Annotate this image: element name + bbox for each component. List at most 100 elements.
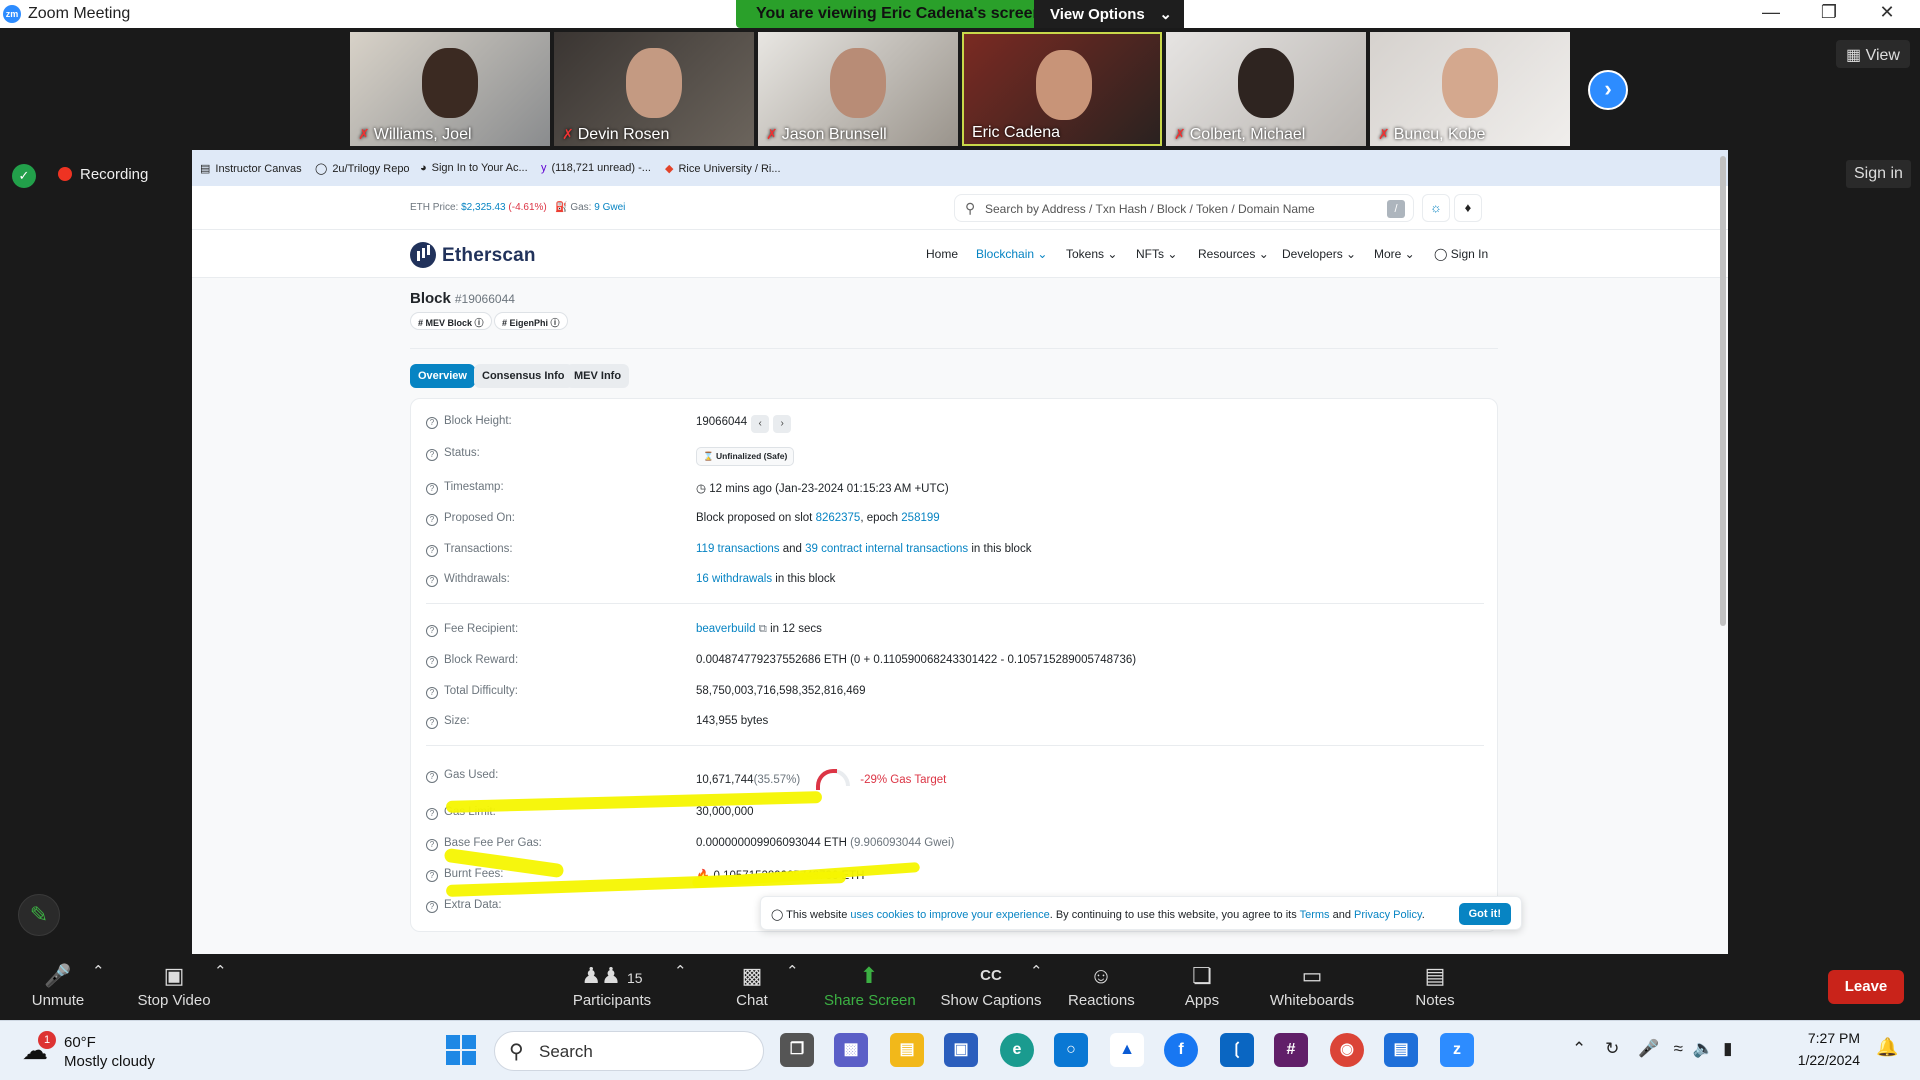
nav-home[interactable]: Home	[926, 247, 958, 261]
nav-resources[interactable]: Resources ⌄	[1198, 247, 1269, 261]
etherscan-topbar: ETH Price: $2,325.43 (-4.61%) ⛽ Gas: 9 G…	[192, 186, 1728, 230]
nav-more[interactable]: More ⌄	[1374, 247, 1415, 261]
tab-mev-info[interactable]: MEV Info	[566, 364, 630, 388]
help-icon: ?	[426, 839, 438, 851]
participants-button[interactable]: ♟♟ 15 Participants	[572, 962, 652, 1009]
audio-options-caret-icon[interactable]: ⌃	[92, 962, 105, 980]
bookmark-icon: ▤	[200, 163, 211, 175]
microsoft-store-icon[interactable]: ▣	[944, 1033, 978, 1067]
windows-start-icon[interactable]	[446, 1035, 476, 1065]
recording-indicator[interactable]: Recording	[50, 162, 157, 190]
privacy-policy-link[interactable]: Privacy Policy	[1354, 909, 1422, 921]
weather-widget[interactable]: ☁ 1 60°F Mostly cloudy	[22, 1031, 182, 1073]
tab-consensus-info[interactable]: Consensus Info	[474, 364, 573, 388]
muted-microphone-icon: 🎤	[44, 963, 72, 988]
system-tray[interactable]: ⌃ ↻ 🎤 ≈ 🔈 ▮	[1572, 1039, 1732, 1059]
nav-developers[interactable]: Developers ⌄	[1282, 247, 1356, 261]
transactions-link[interactable]: 119 transactions	[696, 543, 780, 555]
restore-button[interactable]: ❐	[1814, 2, 1844, 26]
tab-overview[interactable]: Overview	[410, 364, 475, 388]
app-icon[interactable]: ▲	[1110, 1033, 1144, 1067]
close-window-button[interactable]: ✕	[1872, 2, 1902, 26]
chrome-icon[interactable]: ◉	[1330, 1033, 1364, 1067]
meeting-toolbar: 🎤 Unmute ⌃ ▣ Stop Video ⌃ ♟♟ 15 Participant…	[0, 954, 1920, 1020]
view-button[interactable]: ▦ View	[1836, 40, 1910, 68]
zoom-app-icon[interactable]: z	[1440, 1033, 1474, 1067]
taskbar-clock[interactable]: 7:27 PM 1/22/2024	[1790, 1027, 1860, 1071]
next-block-icon[interactable]: ›	[773, 415, 792, 433]
participant-tile-active[interactable]: Eric Cadena	[962, 32, 1162, 146]
taskbar-search-input[interactable]: ⚲ Search	[494, 1031, 764, 1071]
teams-chat-icon[interactable]: ▩	[834, 1033, 868, 1067]
help-icon: ?	[426, 870, 438, 882]
facebook-icon[interactable]: f	[1164, 1033, 1198, 1067]
whiteboards-button[interactable]: ▭ Whiteboards	[1268, 962, 1356, 1009]
prev-block-icon[interactable]: ‹	[751, 415, 770, 433]
help-icon: ?	[426, 483, 438, 495]
participant-tile[interactable]: ✗ Colbert, Michael	[1166, 32, 1366, 146]
notes-button[interactable]: ▤ Notes	[1414, 962, 1456, 1009]
bookmark-item[interactable]: ◯ 2u/Trilogy Repo	[315, 162, 410, 175]
withdrawals-link[interactable]: 16 withdrawals	[696, 573, 772, 585]
edge-browser-icon[interactable]: e	[1000, 1033, 1034, 1067]
minimize-button[interactable]: —	[1756, 2, 1786, 26]
slot-link[interactable]: 8262375	[816, 512, 861, 524]
chat-button[interactable]: ▩ Chat	[732, 962, 772, 1009]
terms-link[interactable]: Terms	[1300, 909, 1330, 921]
epoch-link[interactable]: 258199	[901, 512, 939, 524]
share-screen-button[interactable]: ⬆ Share Screen	[824, 962, 916, 1009]
reactions-button[interactable]: ☺ Reactions	[1068, 962, 1135, 1009]
nav-nfts[interactable]: NFTs ⌄	[1136, 247, 1177, 261]
file-explorer-icon[interactable]: ▤	[890, 1033, 924, 1067]
nav-tokens[interactable]: Tokens ⌄	[1066, 247, 1117, 261]
view-options-button[interactable]: View Options ⌄	[1034, 0, 1184, 28]
next-page-arrow-icon[interactable]: ›	[1588, 70, 1628, 110]
show-captions-button[interactable]: CC Show Captions	[940, 962, 1042, 1009]
participants-caret-icon[interactable]: ⌃	[674, 962, 687, 980]
participant-tile[interactable]: ✗ Buncu, Kobe	[1370, 32, 1570, 146]
video-options-caret-icon[interactable]: ⌃	[214, 962, 227, 980]
chat-caret-icon[interactable]: ⌃	[786, 962, 799, 980]
participant-tile[interactable]: ✗ Devin Rosen	[554, 32, 754, 146]
captions-caret-icon[interactable]: ⌃	[1030, 962, 1043, 980]
copy-icon[interactable]: ⧉	[759, 623, 767, 635]
stop-video-button[interactable]: ▣ Stop Video	[136, 962, 212, 1009]
fee-recipient-link[interactable]: beaverbuild	[696, 623, 755, 635]
internal-transactions-link[interactable]: 39 contract internal transactions	[805, 543, 968, 555]
slack-icon[interactable]: #	[1274, 1033, 1308, 1067]
page-scrollbar[interactable]	[1720, 156, 1726, 626]
apps-button[interactable]: ❏ Apps	[1182, 962, 1222, 1009]
notification-bell-icon[interactable]: 🔔	[1876, 1037, 1898, 1058]
nav-sign-in[interactable]: ◯ Sign In	[1434, 247, 1488, 261]
eigenphi-badge[interactable]: # EigenPhi ⓘ	[494, 312, 568, 330]
task-view-icon[interactable]: ❐	[780, 1033, 814, 1067]
app-icon[interactable]: ○	[1054, 1033, 1088, 1067]
muted-mic-icon: ✗	[1174, 126, 1186, 142]
etherscan-logo[interactable]: Etherscan	[410, 242, 536, 268]
chat-bubble-icon: ▩	[741, 963, 763, 988]
ethereum-network-icon[interactable]: ♦	[1454, 194, 1482, 222]
bookmark-item[interactable]: ◆ Rice University / Ri...	[665, 162, 781, 175]
unmute-button[interactable]: 🎤 Unmute	[30, 962, 86, 1009]
mev-block-badge[interactable]: # MEV Block ⓘ	[410, 312, 492, 330]
bookmark-item[interactable]: y (118,721 unread) -...	[541, 162, 651, 174]
got-it-button[interactable]: Got it!	[1458, 903, 1511, 925]
bookmark-item[interactable]: ◕ Sign In to Your Ac...	[420, 162, 528, 174]
annotate-pencil-icon[interactable]: ✎	[18, 894, 60, 936]
notepad-icon[interactable]: ▤	[1384, 1033, 1418, 1067]
security-shield-icon[interactable]: ✓	[12, 164, 36, 188]
vscode-icon[interactable]: ❲	[1220, 1033, 1254, 1067]
zoom-sign-in-button[interactable]: Sign in	[1846, 160, 1911, 188]
leave-button[interactable]: Leave	[1828, 970, 1904, 1004]
cookies-link[interactable]: uses cookies to improve your experience	[850, 909, 1049, 921]
participant-tile[interactable]: ✗ Jason Brunsell	[758, 32, 958, 146]
status-badge: ⌛ Unfinalized (Safe)	[696, 447, 795, 466]
theme-toggle-sun-icon[interactable]: ☼	[1422, 194, 1450, 222]
participant-tile[interactable]: ✗ Williams, Joel	[350, 32, 550, 146]
bookmark-item[interactable]: ▤ Instructor Canvas	[200, 162, 302, 175]
apps-icon: ❏	[1192, 963, 1212, 988]
hourglass-icon: ⌛	[703, 451, 714, 461]
nav-blockchain[interactable]: Blockchain ⌄	[976, 247, 1047, 261]
etherscan-search-input[interactable]: ⚲ Search by Address / Txn Hash / Block /…	[954, 194, 1414, 222]
github-icon: ◯	[315, 163, 328, 175]
